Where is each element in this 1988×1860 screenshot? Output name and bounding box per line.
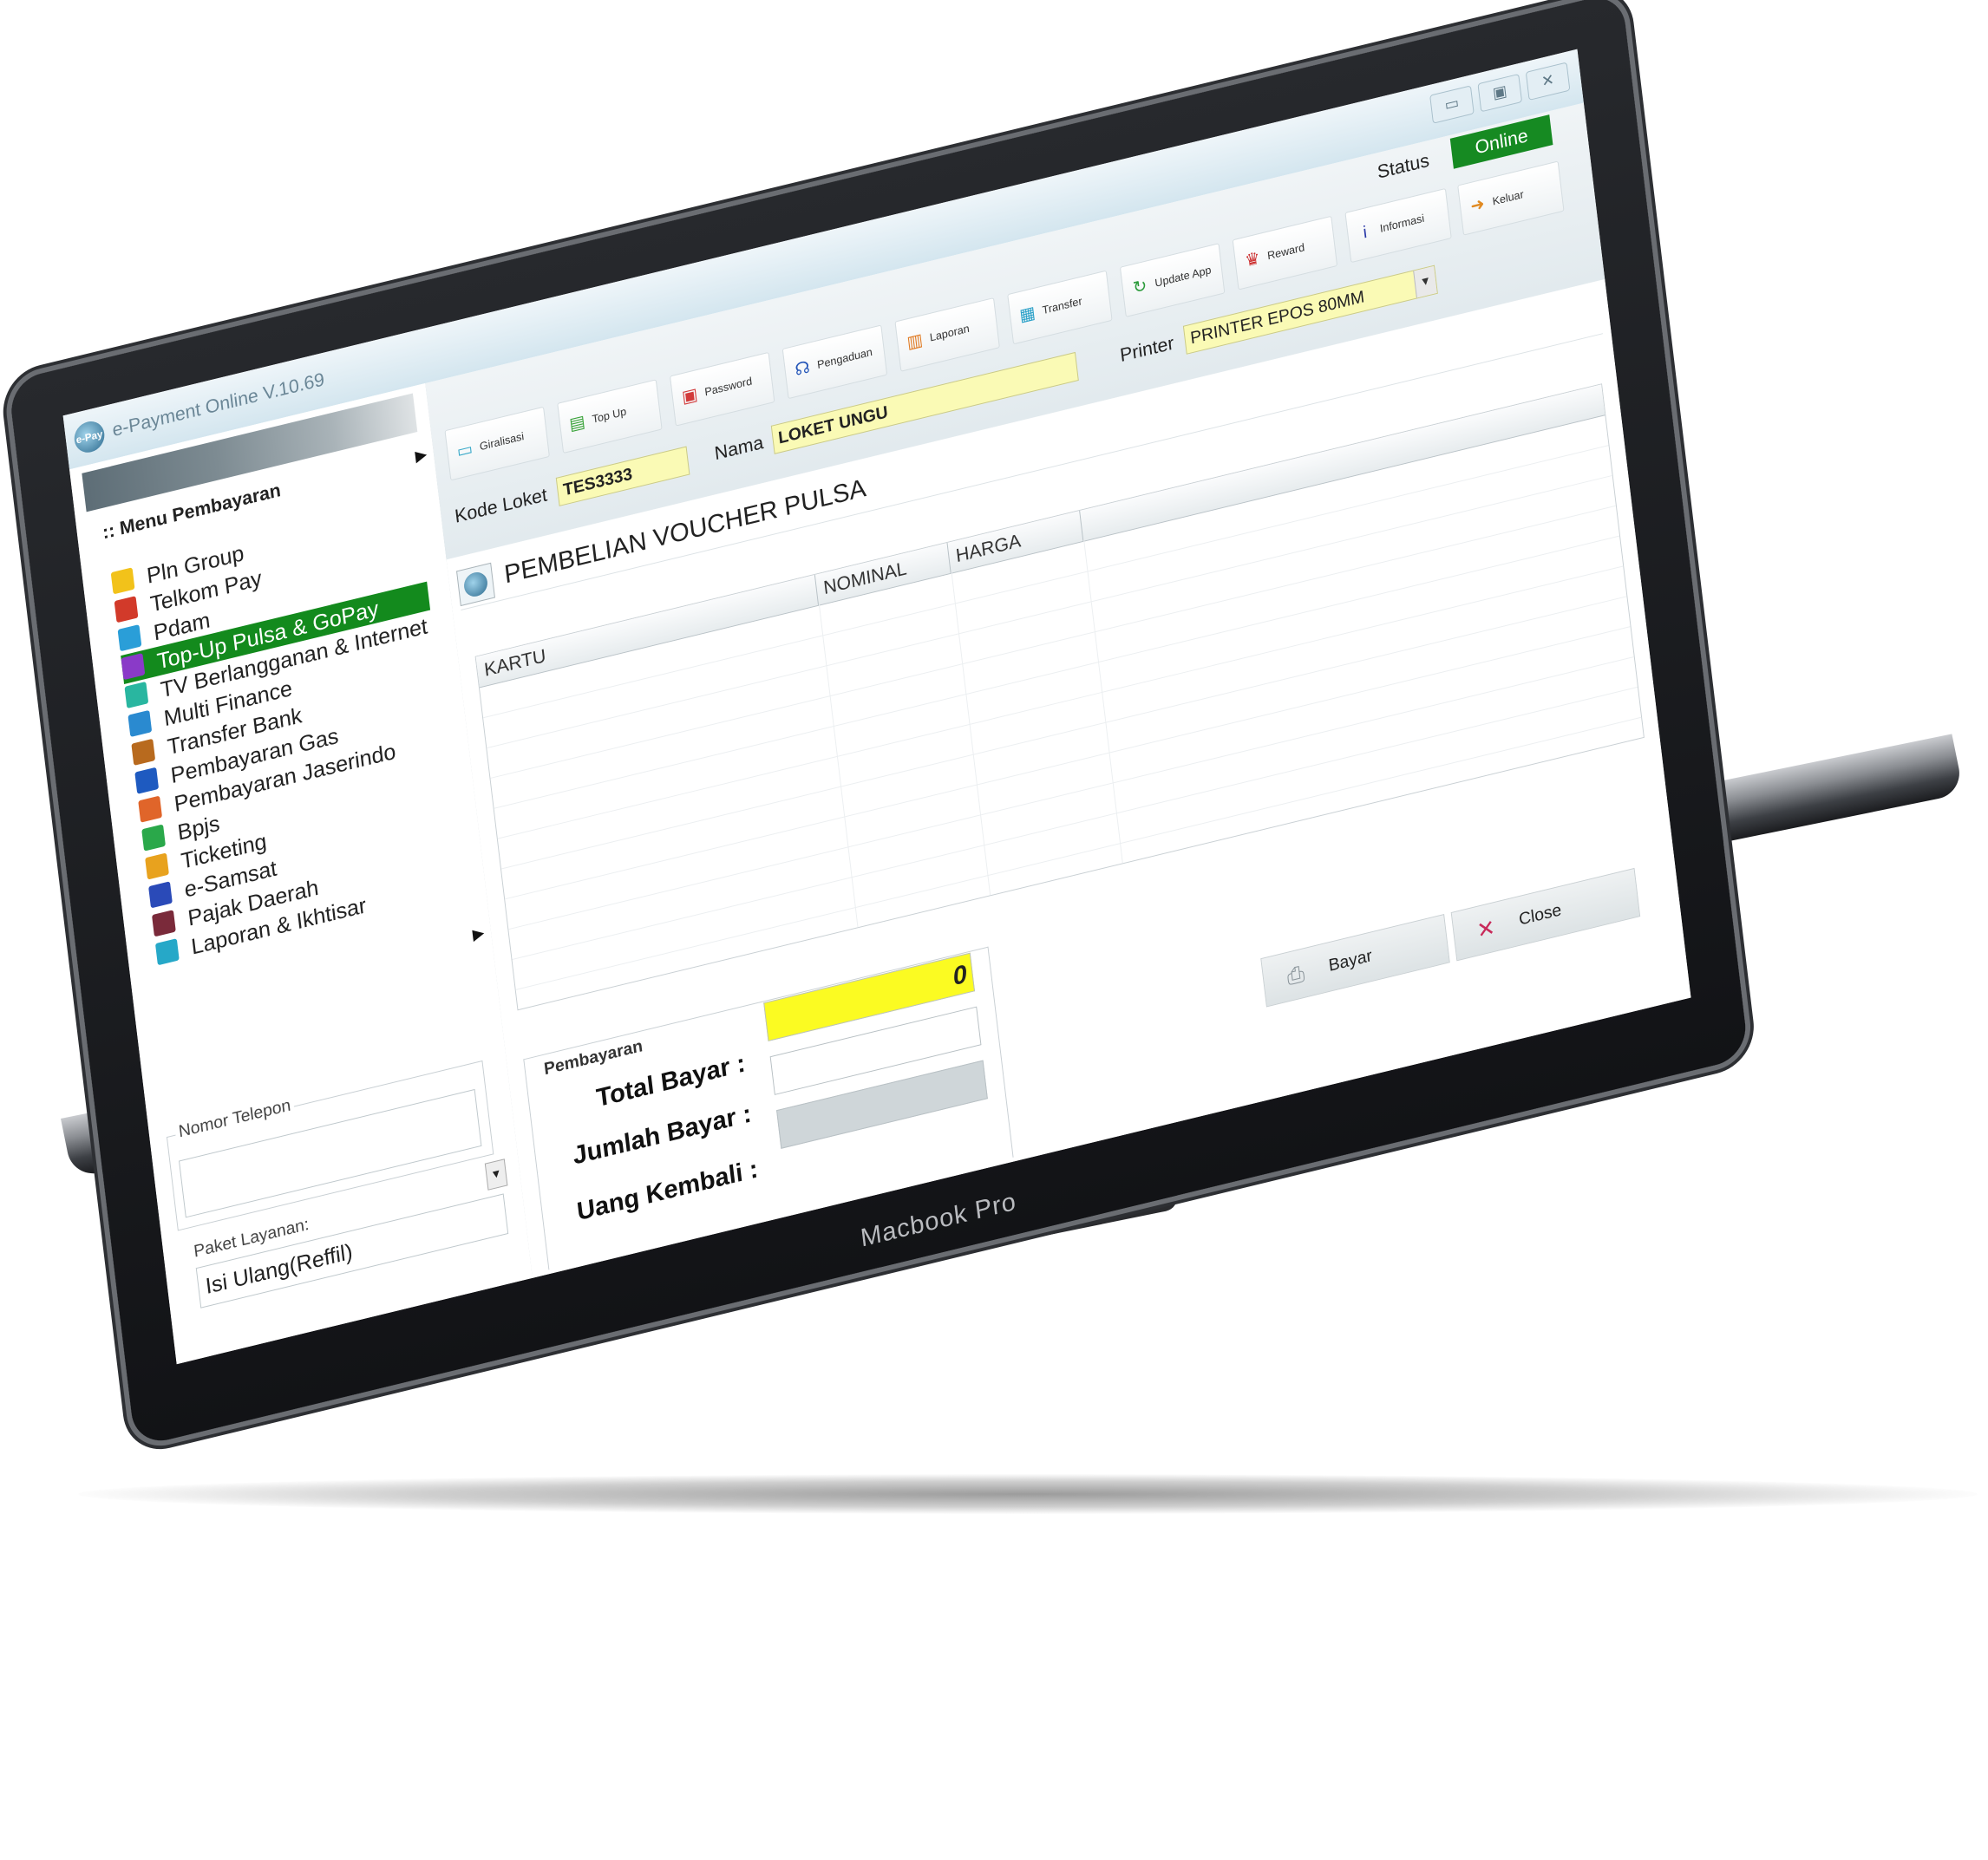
grid-line: [951, 572, 991, 896]
refresh-icon: ↻: [1132, 276, 1148, 298]
grid-row-line: [494, 535, 1620, 809]
keluar-button[interactable]: ➜ Keluar: [1457, 160, 1565, 236]
close-button[interactable]: ✕ Close: [1450, 867, 1641, 962]
close-window-button[interactable]: ✕: [1525, 62, 1571, 101]
toolbar-label: Top Up: [591, 404, 627, 426]
close-icon: ✕: [1475, 914, 1497, 944]
update-app-button[interactable]: ↻ Update App: [1119, 243, 1226, 317]
top-up-button[interactable]: ▤ Top Up: [557, 379, 663, 454]
menu-item-icon: [148, 881, 173, 909]
menu-item-icon: [154, 938, 180, 966]
kode-loket-field[interactable]: TES3333: [555, 446, 690, 506]
toolbar-label: Giralisasi: [479, 429, 525, 454]
payment-caption: Pembayaran: [538, 1035, 649, 1081]
info-icon: i: [1362, 223, 1369, 243]
toolbar-label: Informasi: [1379, 212, 1425, 235]
printer-label: Printer: [1118, 331, 1175, 366]
app-window: e-Pay e-Payment Online V.10.69 ▭ ▣ ✕ :: …: [62, 49, 1691, 1365]
headset-icon: ☊: [794, 357, 811, 381]
nama-label: Nama: [713, 431, 765, 465]
menu-item-icon: [110, 567, 135, 595]
grid-row-line: [487, 474, 1612, 749]
paket-dropdown-icon[interactable]: ▾: [484, 1158, 508, 1191]
laporan-button[interactable]: ▥ Laporan: [894, 297, 1000, 372]
wallet-icon: ▤: [568, 412, 586, 435]
menu-item-icon: [131, 738, 156, 766]
printer-icon: ⎙: [1285, 960, 1306, 990]
column-harga[interactable]: HARGA: [947, 510, 1084, 573]
bayar-label: Bayar: [1327, 946, 1374, 976]
maximize-button[interactable]: ▣: [1477, 73, 1523, 113]
toolbar-label: Keluar: [1491, 187, 1525, 208]
menu-item-icon: [121, 653, 146, 681]
menu-expand-icon-2[interactable]: ▶: [472, 923, 486, 944]
giralisasi-button[interactable]: ▭ Giralisasi: [444, 406, 550, 481]
menu-expand-icon[interactable]: ▶: [415, 446, 428, 467]
status-label: Status: [1376, 149, 1431, 183]
toolbar-label: Transfer: [1041, 294, 1083, 317]
password-button[interactable]: ▣ Password: [669, 351, 775, 427]
page-logo: [456, 562, 495, 607]
money-icon: ▦: [1018, 303, 1037, 326]
transfer-button[interactable]: ▦ Transfer: [1007, 270, 1113, 345]
app-logo-icon: e-Pay: [72, 418, 107, 456]
close-label: Close: [1518, 900, 1563, 930]
column-nominal[interactable]: NOMINAL: [814, 542, 951, 605]
nomor-telepon-input[interactable]: [179, 1088, 482, 1218]
menu-item-icon: [145, 852, 169, 880]
toolbar-label: Update App: [1154, 263, 1213, 290]
nomor-telepon-group: Nomor Telepon: [166, 1060, 494, 1231]
menu-item-icon: [152, 910, 176, 937]
lock-icon: ▣: [681, 384, 699, 408]
informasi-button[interactable]: i Informasi: [1344, 187, 1452, 264]
toolbar-label: Password: [703, 374, 753, 399]
toolbar-label: Laporan: [929, 322, 971, 344]
menu-item-icon: [114, 596, 139, 623]
menu-item-icon: [141, 824, 166, 852]
menu-item-icon: [128, 709, 153, 738]
toolbar-label: Reward: [1266, 240, 1305, 263]
grid-line: [819, 604, 859, 928]
reward-button[interactable]: ♛ Reward: [1232, 215, 1338, 290]
laptop-screen: Macbook Pro e-Pay e-Payment Online V.10.…: [8, 0, 1988, 1860]
bayar-button[interactable]: ⎙ Bayar: [1260, 914, 1450, 1008]
grid-row-line: [497, 565, 1624, 839]
menu-item-icon: [124, 681, 149, 709]
minimize-button[interactable]: ▭: [1429, 85, 1475, 124]
menu-item-icon: [134, 767, 160, 794]
menu-item-icon: [117, 624, 142, 652]
trophy-icon: ♛: [1244, 248, 1261, 271]
kode-loket-label: Kode Loket: [453, 483, 549, 527]
grid-line: [1083, 540, 1123, 864]
toolbar-label: Pengaduan: [816, 345, 873, 371]
exit-icon: ➜: [1469, 194, 1486, 217]
page-logo-icon: [462, 570, 489, 599]
clipboard-icon: ▥: [906, 330, 925, 353]
menu-item-icon: [138, 795, 163, 823]
screen-bezel: Macbook Pro e-Pay e-Payment Online V.10.…: [8, 0, 1749, 1448]
pengaduan-button[interactable]: ☊ Pengaduan: [781, 324, 888, 400]
card-icon: ▭: [455, 439, 474, 462]
